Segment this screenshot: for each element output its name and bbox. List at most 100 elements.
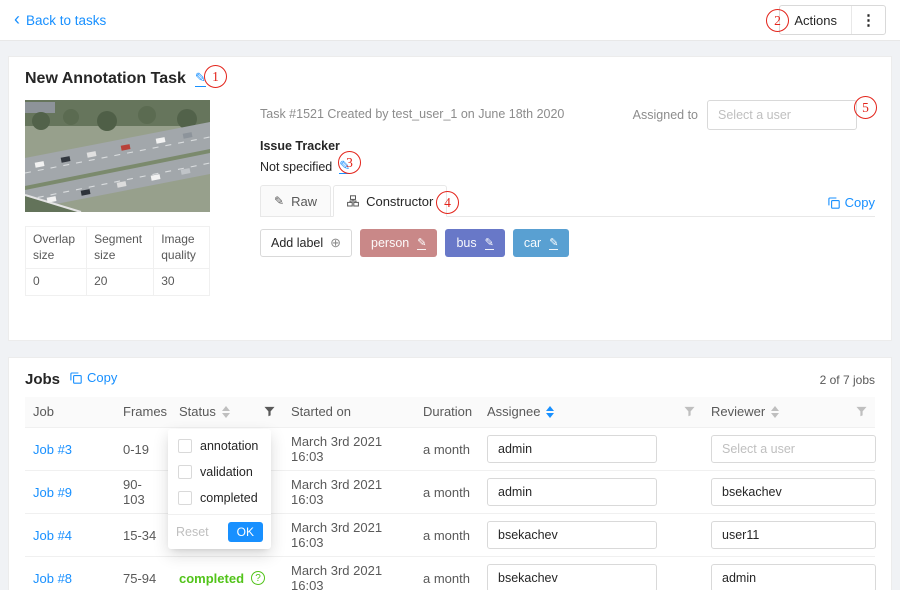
jobs-title: Jobs bbox=[25, 371, 60, 388]
filter-dropdown-footer: Reset OK bbox=[168, 514, 271, 549]
column-header-assignee: Assignee bbox=[479, 397, 703, 428]
edit-label-icon[interactable]: ✎ bbox=[485, 237, 494, 250]
issue-tracker-value: Not specified bbox=[260, 160, 332, 174]
param-overlap-size-header: Overlap size bbox=[26, 227, 87, 269]
reviewer-input[interactable] bbox=[711, 435, 876, 463]
tab-raw[interactable]: ✎ Raw bbox=[260, 185, 331, 217]
started-on-cell: March 3rd 2021 16:03 bbox=[283, 428, 415, 471]
tab-constructor-label: Constructor bbox=[366, 194, 433, 209]
sort-status-icon[interactable] bbox=[222, 406, 230, 418]
column-header-started-on: Started on bbox=[283, 397, 415, 428]
duration-cell: a month bbox=[415, 557, 479, 590]
label-tag-car[interactable]: car ✎ bbox=[513, 229, 570, 257]
jobs-card: Jobs Copy 2 of 7 jobs Job Frames bbox=[8, 357, 892, 590]
duration-cell: a month bbox=[415, 428, 479, 471]
sort-assignee-icon[interactable] bbox=[546, 406, 554, 418]
job-link[interactable]: Job #4 bbox=[33, 528, 72, 543]
frames-cell: 0-19 bbox=[115, 428, 171, 471]
copy-icon bbox=[70, 372, 82, 384]
filter-reviewer-icon[interactable] bbox=[856, 406, 867, 417]
label-tag-person-name: person bbox=[371, 236, 409, 250]
copy-jobs-label: Copy bbox=[87, 370, 117, 385]
job-link[interactable]: Job #9 bbox=[33, 485, 72, 500]
add-label-button-label: Add label bbox=[271, 236, 323, 250]
actions-button[interactable]: Actions ⋮ bbox=[779, 5, 886, 35]
label-tag-person[interactable]: person ✎ bbox=[360, 229, 437, 257]
assignee-input[interactable] bbox=[487, 521, 657, 549]
status-filter-dropdown: annotation validation completed Reset OK bbox=[168, 429, 271, 549]
tab-raw-label: Raw bbox=[291, 194, 317, 209]
task-meta-row: Task #1521 Created by test_user_1 on Jun… bbox=[260, 100, 875, 130]
tab-constructor[interactable]: Constructor bbox=[333, 185, 447, 217]
chevron-left-icon: ‹ bbox=[14, 10, 20, 28]
label-tag-bus[interactable]: bus ✎ bbox=[445, 229, 504, 257]
blocks-icon bbox=[347, 195, 359, 207]
assignee-input[interactable] bbox=[487, 478, 657, 506]
reviewer-input[interactable] bbox=[711, 564, 876, 590]
param-image-quality-header: Image quality bbox=[154, 227, 210, 269]
frames-cell: 75-94 bbox=[115, 557, 171, 590]
param-segment-size-value: 20 bbox=[87, 269, 154, 296]
column-header-assignee-label: Assignee bbox=[487, 404, 540, 419]
label-tag-bus-name: bus bbox=[456, 236, 476, 250]
filter-option-annotation[interactable]: annotation bbox=[168, 433, 271, 459]
params-header-row: Overlap size Segment size Image quality bbox=[26, 227, 210, 269]
column-header-job: Job bbox=[25, 397, 115, 428]
filter-option-completed[interactable]: completed bbox=[168, 485, 271, 511]
add-label-button[interactable]: Add label ⊕ bbox=[260, 229, 352, 257]
task-body: Overlap size Segment size Image quality … bbox=[25, 100, 875, 296]
param-overlap-size-value: 0 bbox=[26, 269, 87, 296]
edit-label-icon[interactable]: ✎ bbox=[549, 237, 558, 250]
issue-tracker-label: Issue Tracker bbox=[260, 139, 875, 153]
edit-issue-tracker-icon[interactable]: ✎ bbox=[339, 159, 350, 174]
reviewer-input[interactable] bbox=[711, 478, 876, 506]
copy-jobs-link[interactable]: Copy bbox=[70, 370, 117, 385]
job-link[interactable]: Job #3 bbox=[33, 442, 72, 457]
jobs-header: Jobs Copy 2 of 7 jobs bbox=[25, 370, 875, 388]
filter-ok-button[interactable]: OK bbox=[228, 522, 263, 542]
constructor-content: Add label ⊕ person ✎ bus ✎ car bbox=[260, 217, 875, 269]
task-right-column: Task #1521 Created by test_user_1 on Jun… bbox=[260, 100, 875, 296]
assigned-to-input[interactable] bbox=[707, 100, 857, 130]
edit-label-icon[interactable]: ✎ bbox=[417, 237, 426, 250]
frames-cell: 15-34 bbox=[115, 514, 171, 557]
column-header-reviewer: Reviewer bbox=[703, 397, 875, 428]
sort-reviewer-icon[interactable] bbox=[771, 406, 779, 418]
table-row: Job #8 75-94 completed ? March 3rd 2021 … bbox=[25, 557, 875, 590]
frames-cell: 90-103 bbox=[115, 471, 171, 514]
task-title: New Annotation Task bbox=[25, 70, 186, 88]
task-meta-text: Task #1521 Created by test_user_1 on Jun… bbox=[260, 100, 564, 121]
assigned-to-group: Assigned to bbox=[633, 100, 857, 130]
table-row: Job #3 0-19 March 3rd 2021 16:03 a month bbox=[25, 428, 875, 471]
reviewer-input[interactable] bbox=[711, 521, 876, 549]
checkbox-completed[interactable] bbox=[178, 491, 192, 505]
task-title-row: New Annotation Task ✎ bbox=[25, 70, 875, 88]
question-circle-icon[interactable]: ? bbox=[251, 571, 265, 585]
assignee-input[interactable] bbox=[487, 435, 657, 463]
topbar: ‹ Back to tasks Actions ⋮ bbox=[0, 0, 900, 41]
pencil-icon: ✎ bbox=[274, 194, 284, 208]
assignee-input[interactable] bbox=[487, 564, 657, 590]
checkbox-validation[interactable] bbox=[178, 465, 192, 479]
started-on-cell: March 3rd 2021 16:03 bbox=[283, 557, 415, 590]
copy-labels-link[interactable]: Copy bbox=[828, 195, 875, 216]
labels-editor-tabs: ✎ Raw Constructor bbox=[260, 184, 875, 217]
back-to-tasks-link[interactable]: ‹ Back to tasks bbox=[14, 11, 106, 29]
column-header-frames: Frames bbox=[115, 397, 171, 428]
task-parameters-table: Overlap size Segment size Image quality … bbox=[25, 226, 210, 296]
jobs-count: 2 of 7 jobs bbox=[820, 373, 875, 387]
copy-icon bbox=[828, 197, 840, 209]
filter-reset-button[interactable]: Reset bbox=[176, 525, 209, 539]
more-vertical-icon[interactable]: ⋮ bbox=[851, 6, 885, 34]
table-row: Job #9 90-103 March 3rd 2021 16:03 a mon… bbox=[25, 471, 875, 514]
filter-assignee-icon[interactable] bbox=[684, 406, 695, 417]
edit-task-name-icon[interactable]: ✎ bbox=[195, 71, 206, 86]
filter-status-icon[interactable] bbox=[264, 406, 275, 417]
filter-option-completed-label: completed bbox=[200, 491, 258, 505]
filter-option-validation-label: validation bbox=[200, 465, 253, 479]
column-header-reviewer-label: Reviewer bbox=[711, 404, 765, 419]
job-link[interactable]: Job #8 bbox=[33, 571, 72, 586]
filter-option-validation[interactable]: validation bbox=[168, 459, 271, 485]
checkbox-annotation[interactable] bbox=[178, 439, 192, 453]
actions-button-label: Actions bbox=[780, 6, 851, 34]
